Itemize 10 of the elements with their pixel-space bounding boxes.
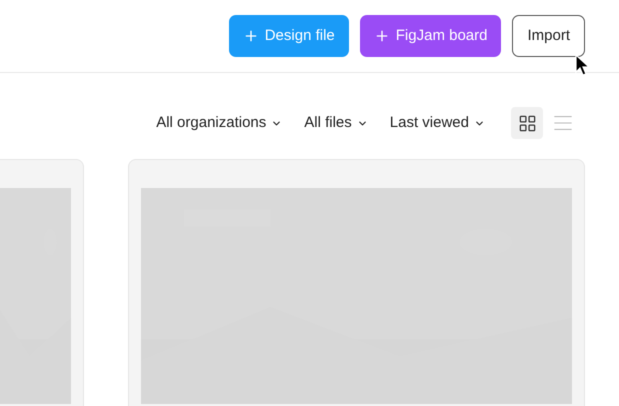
filter-dropdown[interactable]: All files — [304, 112, 368, 134]
grid-icon — [518, 114, 536, 132]
file-card[interactable] — [128, 159, 585, 406]
plus-icon — [242, 28, 259, 44]
plus-icon — [374, 28, 390, 44]
filter-dropdown[interactable]: All organizations — [156, 112, 282, 134]
filter-dropdown[interactable]: Last viewed — [390, 112, 485, 134]
import-button[interactable]: Import — [512, 15, 585, 57]
create-button[interactable]: FigJam board — [360, 15, 502, 57]
grid-view-button[interactable] — [511, 107, 543, 139]
